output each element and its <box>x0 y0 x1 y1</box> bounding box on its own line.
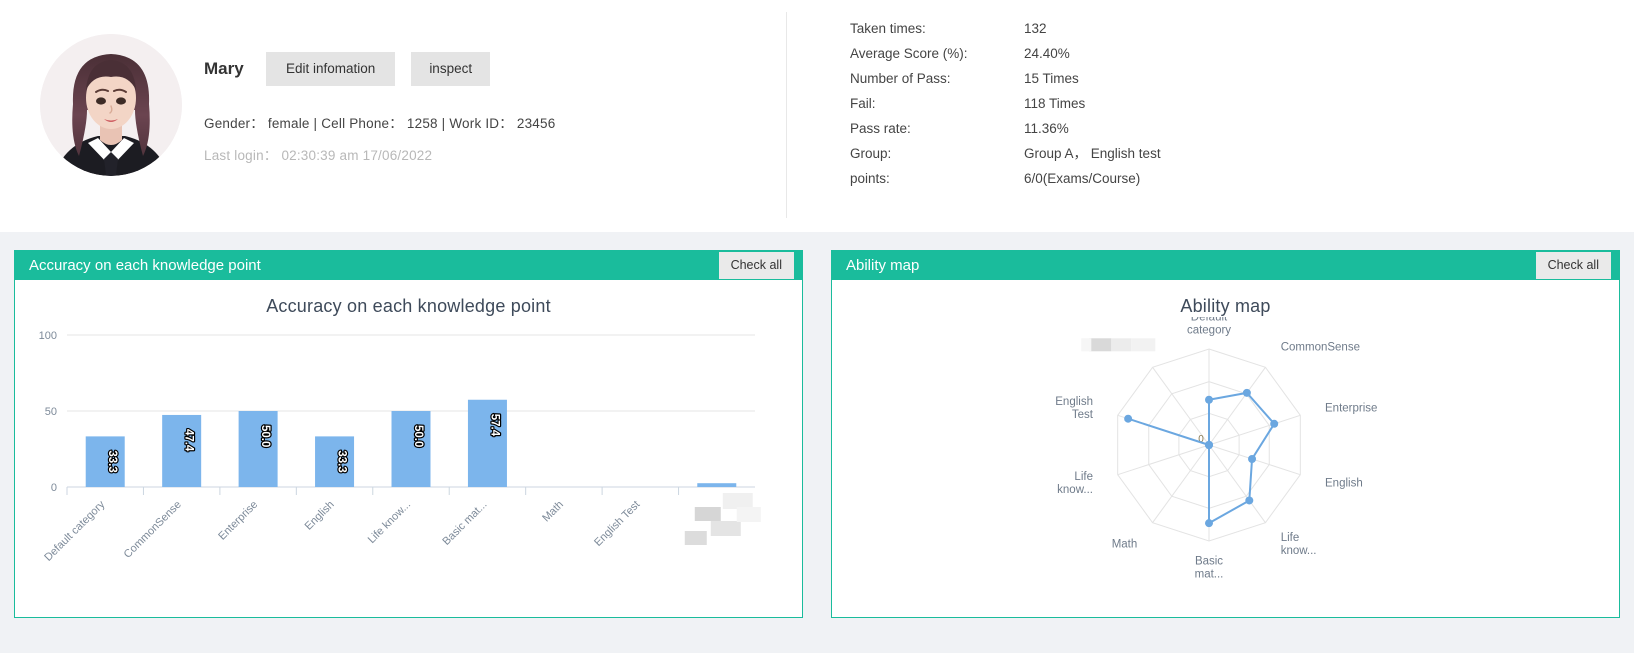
radar-axis-label: know... <box>1057 484 1093 496</box>
ability-card-header: Ability map Check all <box>832 251 1619 280</box>
profile-meta: Gender： female | Cell Phone： 1258 | Work… <box>204 115 556 131</box>
avatar <box>40 34 182 176</box>
stat-value: 11.36% <box>1024 121 1069 136</box>
x-category-label: Basic mat... <box>440 499 489 548</box>
accuracy-card-body: Accuracy on each knowledge point Correct… <box>15 280 802 617</box>
radar-chart-svg[interactable]: 0DefaultcategoryCommonSenseEnterpriseEng… <box>832 317 1586 617</box>
radar-axis-label: category <box>1187 325 1231 337</box>
y-tick-label: 50 <box>45 406 57 418</box>
bar-data-label: 50.0 <box>259 425 271 447</box>
radar-axis-label: Math <box>1112 539 1138 551</box>
accuracy-card-header: Accuracy on each knowledge point Check a… <box>15 251 802 280</box>
stat-label: Pass rate: <box>850 121 911 136</box>
stat-row: Group: Group A， English test <box>850 147 1161 161</box>
last-login: Last login： 02:30:39 am 17/06/2022 <box>204 147 433 163</box>
stat-row: Number of Pass: 15 Times <box>850 72 1161 86</box>
stat-label: Fail: <box>850 96 876 111</box>
ability-card: Ability map Check all Ability map 0 Defau… <box>831 250 1620 618</box>
radar-point <box>1245 496 1254 505</box>
accuracy-card-title: Accuracy on each knowledge point <box>29 257 261 274</box>
stat-value: 15 Times <box>1024 71 1079 86</box>
bar <box>238 411 278 487</box>
ability-check-all-button[interactable]: Check all <box>1535 252 1611 279</box>
vertical-divider <box>786 12 787 218</box>
stat-row: points: 6/0(Exams/Course) <box>850 172 1161 186</box>
radar-point <box>1242 388 1251 397</box>
stat-label: points: <box>850 171 890 186</box>
user-name: Mary <box>204 58 244 78</box>
stat-label: Average Score (%): <box>850 46 968 61</box>
bar-data-label: 50.0 <box>412 425 424 447</box>
x-category-label: Life know... <box>366 499 413 546</box>
name-row: Mary Edit infomation inspect <box>204 52 555 86</box>
section-gap <box>0 232 1634 250</box>
radar-axis-label: Life <box>1074 471 1093 483</box>
radar-chart[interactable]: 0 Default category CommonSense Enterprise Eng… <box>832 317 1619 617</box>
radar-axis-label: Default <box>1191 317 1228 324</box>
y-tick-label: 0 <box>51 482 57 494</box>
stat-label: Group: <box>850 146 892 161</box>
radar-axis-label: mat... <box>1195 569 1224 581</box>
accuracy-card: Accuracy on each knowledge point Check a… <box>14 250 803 618</box>
radar-axis-label: English <box>1055 396 1093 408</box>
stat-row: Fail: 118 Times <box>850 97 1161 111</box>
x-category-label: Default category <box>42 498 107 563</box>
bar-data-label: 47.4 <box>183 429 195 452</box>
stat-value: Group A， English test <box>1024 146 1161 161</box>
radar-chart-title: Ability map <box>1180 296 1271 316</box>
radar-axis-label: English <box>1325 478 1363 490</box>
radar-point <box>1124 414 1133 423</box>
stats-panel: Taken times: 132 Average Score (%): 24.4… <box>850 22 1161 197</box>
radar-axis-label: know... <box>1281 545 1317 557</box>
ability-card-title: Ability map <box>846 257 920 274</box>
radar-axis-label: CommonSense <box>1281 341 1360 353</box>
radar-point <box>1270 419 1279 428</box>
stat-value: 6/0(Exams/Course) <box>1024 171 1141 186</box>
avatar-photo <box>40 34 182 176</box>
stat-row: Taken times: 132 <box>850 22 1161 36</box>
redacted-category-label <box>684 493 761 545</box>
bar-chart-svg[interactable]: Correct rate(%)(%)05010033.3Default cate… <box>15 317 769 617</box>
stat-row: Average Score (%): 24.40% <box>850 47 1161 61</box>
accuracy-check-all-button[interactable]: Check all <box>718 252 794 279</box>
stat-row: Pass rate: 11.36% <box>850 122 1161 136</box>
stat-value: 118 Times <box>1024 96 1086 111</box>
profile-card: Mary Edit infomation inspect Gender： fem… <box>0 0 1634 232</box>
bar-chart-title: Accuracy on each knowledge point <box>266 296 551 316</box>
x-category-label: Math <box>540 499 566 525</box>
inspect-button[interactable]: inspect <box>411 52 491 86</box>
x-category-label: English Test <box>592 499 642 549</box>
radar-spoke <box>1117 444 1210 476</box>
edit-information-button[interactable]: Edit infomation <box>266 52 396 86</box>
bar-data-label: 33.3 <box>336 450 348 472</box>
radar-point <box>1205 519 1213 528</box>
stat-label: Taken times: <box>850 21 926 36</box>
charts-row: Accuracy on each knowledge point Check a… <box>0 250 1634 618</box>
profile-left: Mary Edit infomation inspect Gender： fem… <box>0 0 786 176</box>
radar-point <box>1248 454 1257 463</box>
x-category-label: CommonSense <box>122 499 184 561</box>
ability-card-body: Ability map 0 Default category CommonSense E… <box>832 280 1619 617</box>
stat-value: 24.40% <box>1024 46 1070 61</box>
radar-axis-label: Enterprise <box>1325 402 1377 414</box>
bar <box>697 483 737 487</box>
radar-axis-label: Basic <box>1195 556 1223 568</box>
x-category-label: Enterprise <box>216 499 260 543</box>
radar-axis-label: Life <box>1281 532 1300 544</box>
stat-value: 132 <box>1024 21 1047 36</box>
page-root: Mary Edit infomation inspect Gender： fem… <box>0 0 1634 653</box>
stat-label: Number of Pass: <box>850 71 951 86</box>
radar-point <box>1205 441 1213 449</box>
radar-point <box>1205 395 1213 404</box>
bar <box>391 411 431 487</box>
bar-data-label: 33.3 <box>106 450 118 472</box>
radar-axis-label: Test <box>1072 409 1094 421</box>
profile-info: Mary Edit infomation inspect Gender： fem… <box>182 34 555 164</box>
redacted-radar-label <box>1081 338 1156 352</box>
bar-data-label: 57.4 <box>488 414 500 437</box>
y-tick-label: 100 <box>39 330 57 342</box>
x-category-label: English <box>303 499 337 533</box>
bar-chart[interactable]: Correct rate(%)(%)05010033.3Default cate… <box>15 317 802 617</box>
radar-spoke <box>1208 414 1301 446</box>
